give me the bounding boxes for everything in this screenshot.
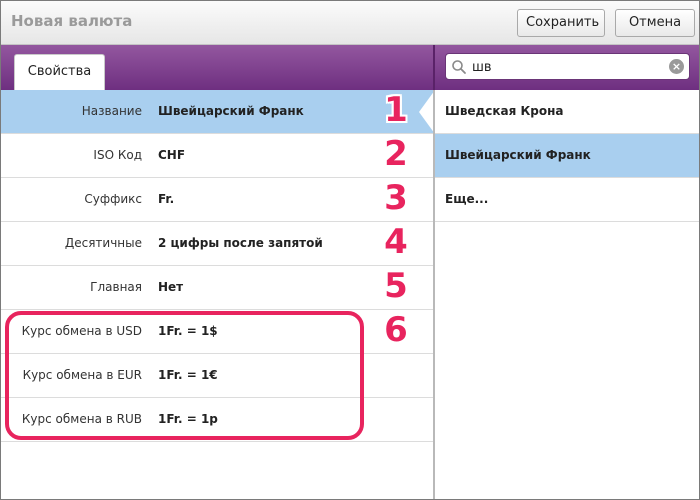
annotation-highlight-box [5,311,364,440]
title-bar: Новая валюта Сохранить Отмена [1,1,699,45]
annotation-marker: 5 [384,266,408,306]
row-label: Главная [90,280,142,294]
form-row-name[interactable]: Название Швейцарский Франк 1 [1,90,435,134]
form-row-main[interactable]: Главная Нет 5 [1,266,433,310]
row-value: Швейцарский Франк [158,104,304,118]
row-label: Десятичные [64,236,142,250]
cancel-button[interactable]: Отмена [615,9,695,37]
properties-form: Название Швейцарский Франк 1 ISO Код CHF… [1,90,435,499]
annotation-marker: 2 [384,134,408,174]
clear-icon[interactable]: × [669,59,684,74]
row-value: 2 цифры после запятой [158,236,323,250]
band-divider [433,45,435,90]
dialog-title: Новая валюта [11,12,133,30]
list-item[interactable]: Швейцарский Франк [435,134,699,178]
list-item-more[interactable]: Еще... [435,178,699,222]
row-value: Нет [158,280,184,294]
form-row-iso[interactable]: ISO Код CHF 2 [1,134,433,178]
annotation-marker: 1 [384,90,408,130]
row-value: Fr. [158,192,175,206]
search-icon [452,60,466,74]
search-box[interactable]: × [445,53,690,80]
annotation-marker: 3 [384,178,408,218]
currency-dialog: Новая валюта Сохранить Отмена Свойства ×… [0,0,700,500]
annotation-marker: 4 [384,222,408,262]
form-row-suffix[interactable]: Суффикс Fr. 3 [1,178,433,222]
list-item[interactable]: Шведская Крона [435,90,699,134]
save-button[interactable]: Сохранить [517,9,605,37]
list-item-label: Шведская Крона [445,104,564,118]
search-input[interactable] [472,58,662,76]
row-label: Название [81,104,142,118]
tab-properties[interactable]: Свойства [14,54,105,90]
search-results-list: Шведская Крона Швейцарский Франк Еще... [435,90,699,499]
list-item-label: Еще... [445,192,489,206]
row-label: ISO Код [93,148,142,162]
row-label: Суффикс [84,192,142,206]
row-value: CHF [158,148,186,162]
tab-bar: Свойства × [1,45,699,90]
annotation-marker: 6 [384,310,408,350]
form-row-decimals[interactable]: Десятичные 2 цифры после запятой 4 [1,222,433,266]
list-item-label: Швейцарский Франк [445,148,591,162]
